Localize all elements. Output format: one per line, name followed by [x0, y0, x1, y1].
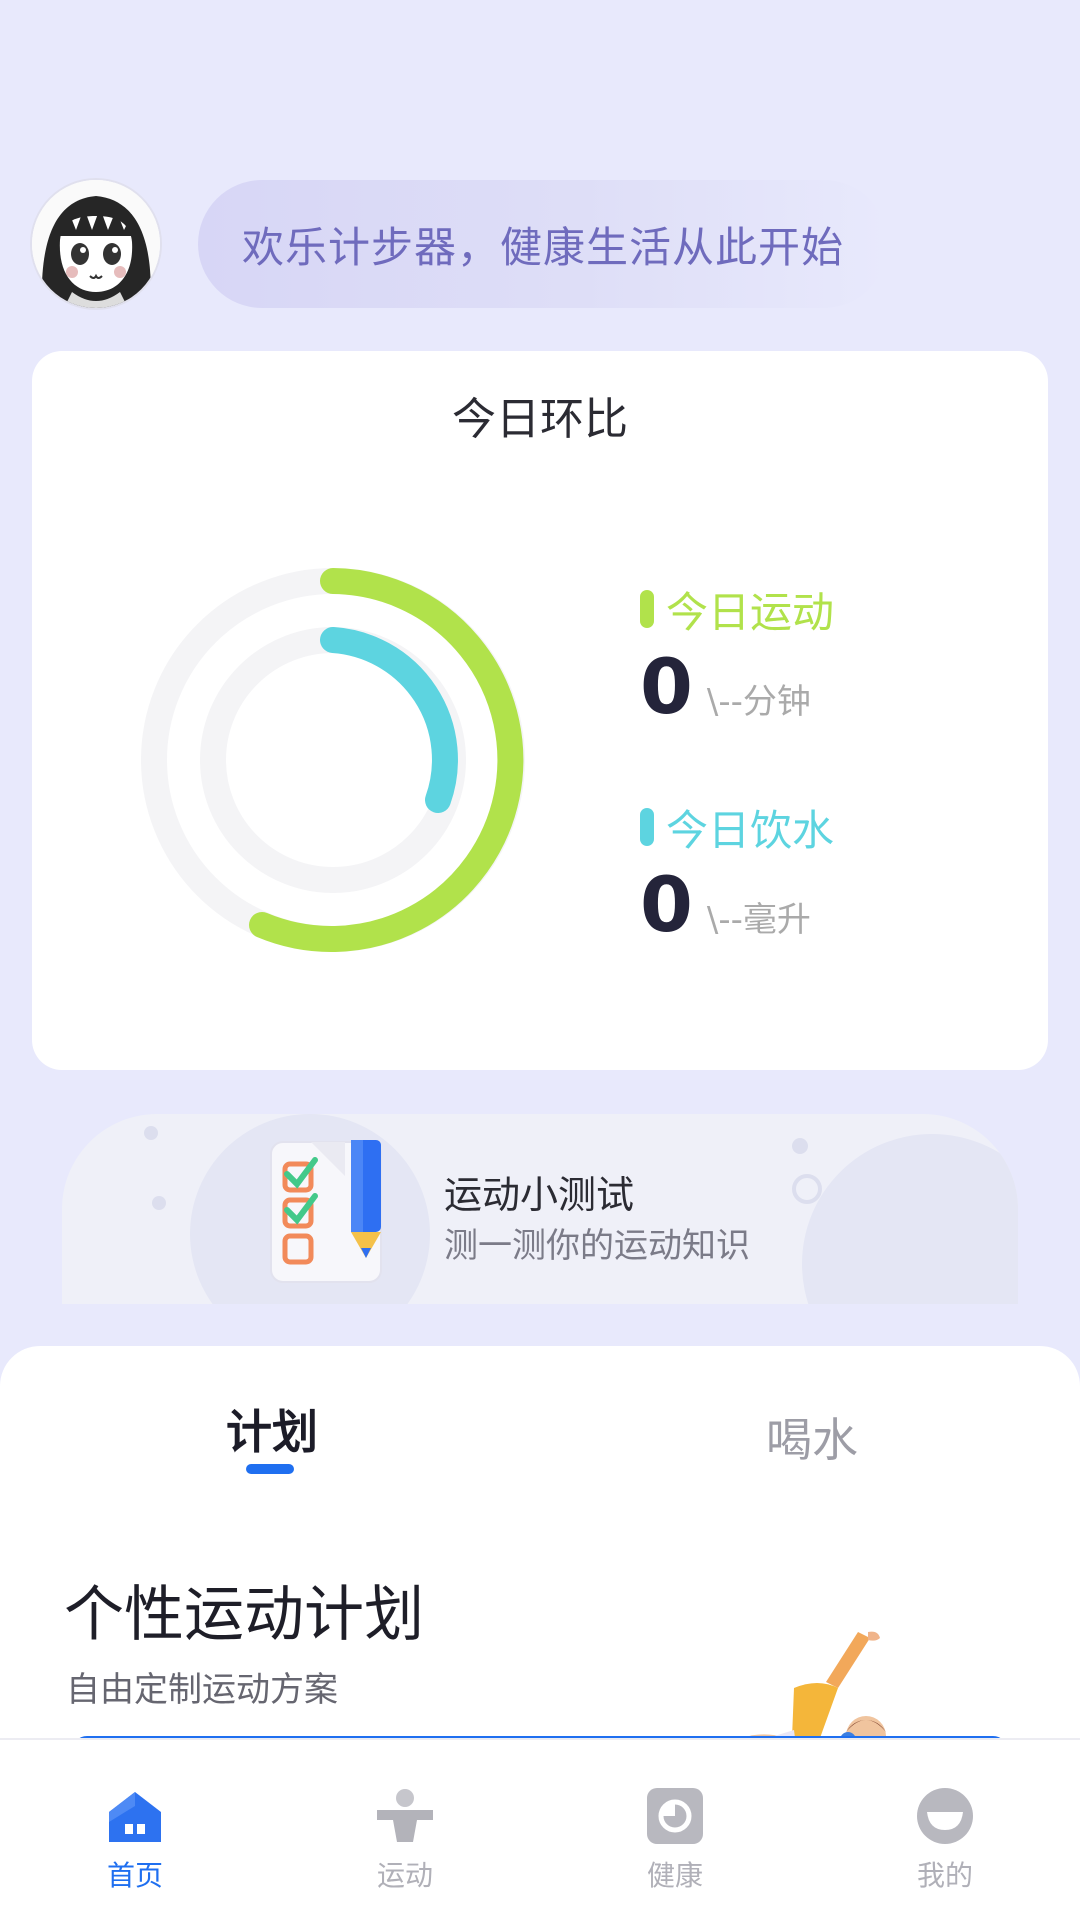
active-tab-indicator — [246, 1464, 294, 1474]
decor-ring — [792, 1174, 822, 1204]
exercise-color-marker — [640, 590, 654, 628]
tab-water[interactable]: 喝水 — [766, 1404, 858, 1470]
tabbar-label-profile: 我的 — [916, 1859, 973, 1892]
decor-dot — [792, 1138, 808, 1154]
exercise-value: 0 — [640, 642, 693, 731]
decor-dot — [144, 1126, 158, 1140]
exercise-icon — [377, 1789, 433, 1842]
exercise-quiz-banner[interactable]: 运动小测试 测一测你的运动知识 — [62, 1114, 1018, 1304]
water-ring-arc — [320, 627, 458, 813]
greeting-banner: 欢乐计步器，健康生活从此开始 — [198, 180, 888, 308]
exercise-stat: 今日运动 0 \--分钟 — [640, 581, 834, 725]
user-avatar[interactable] — [32, 180, 160, 308]
water-stat: 今日饮水 0 \--毫升 — [640, 799, 834, 943]
tabbar-item-health[interactable]: 健康 — [540, 1740, 810, 1920]
tabbar-label-exercise: 运动 — [376, 1859, 433, 1892]
card-title: 今日环比 — [452, 394, 628, 445]
plan-subtitle: 自由定制运动方案 — [66, 1670, 338, 1710]
water-color-marker — [640, 808, 654, 846]
exercise-unit: \--分钟 — [706, 682, 811, 722]
tab-plan[interactable]: 计划 — [226, 1396, 318, 1462]
tabbar-item-exercise[interactable]: 运动 — [270, 1740, 540, 1920]
daily-comparison-card: 今日环比 今日运动 0 \--分钟 今日饮水 0 \--毫升 — [32, 351, 1048, 1070]
water-unit: \--毫升 — [706, 900, 811, 940]
quiz-subtitle: 测一测你的运动知识 — [444, 1226, 750, 1266]
home-icon — [109, 1792, 161, 1842]
bottom-tab-bar: 首页 运动 健康 我的 — [0, 1738, 1080, 1920]
water-value: 0 — [640, 860, 693, 949]
decor-dot — [152, 1196, 166, 1210]
plan-title: 个性运动计划 — [64, 1580, 424, 1650]
greeting-text: 欢乐计步器，健康生活从此开始 — [242, 222, 845, 272]
tabbar-label-health: 健康 — [646, 1859, 703, 1892]
water-label: 今日饮水 — [666, 805, 835, 855]
decor-circle — [802, 1134, 1018, 1304]
checklist-icon — [270, 1140, 382, 1283]
profile-icon — [917, 1788, 973, 1844]
exercise-label: 今日运动 — [666, 587, 835, 637]
tabbar-label-home: 首页 — [106, 1859, 163, 1892]
progress-rings — [141, 568, 525, 952]
quiz-title: 运动小测试 — [444, 1173, 635, 1217]
tabbar-item-home[interactable]: 首页 — [0, 1740, 270, 1920]
health-icon — [647, 1788, 703, 1844]
tabbar-item-profile[interactable]: 我的 — [810, 1740, 1080, 1920]
